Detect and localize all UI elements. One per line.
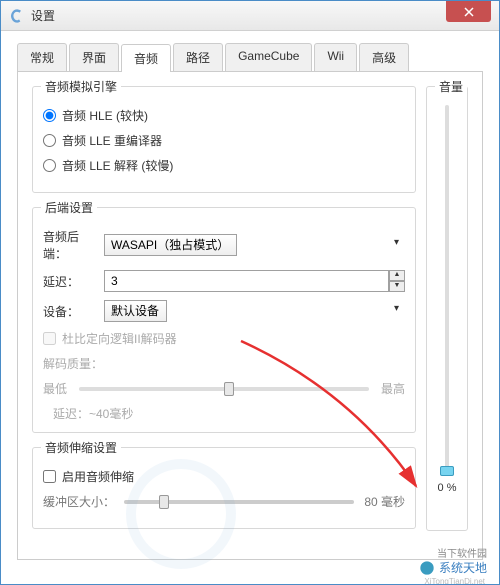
- group-audio-engine: 音频模拟引擎 音频 HLE (较快) 音频 LLE 重编译器 音频 LLE 解释…: [32, 86, 416, 193]
- buffer-thumb: [159, 495, 169, 509]
- radio-lle-recompiler[interactable]: 音频 LLE 重编译器: [43, 132, 405, 149]
- latency-note: 延迟：~40毫秒: [53, 405, 405, 422]
- latency-up[interactable]: ▲: [389, 270, 405, 281]
- watermark: 系统天地: [419, 559, 487, 576]
- group-title-backend: 后端设置: [41, 199, 97, 216]
- group-title-volume: 音量: [435, 78, 467, 95]
- input-latency[interactable]: [104, 270, 389, 292]
- buffer-value: 80 毫秒: [360, 493, 405, 510]
- close-button[interactable]: [446, 1, 491, 22]
- quality-thumb: [224, 382, 234, 396]
- window-title: 设置: [31, 7, 446, 24]
- radio-lle-interpreter-input[interactable]: [43, 159, 56, 172]
- tab-panel: 音频模拟引擎 音频 HLE (较快) 音频 LLE 重编译器 音频 LLE 解释…: [17, 72, 483, 560]
- radio-lle-recompiler-input[interactable]: [43, 134, 56, 147]
- tab-paths[interactable]: 路径: [173, 43, 223, 71]
- label-quality: 解码质量：: [43, 355, 405, 372]
- checkbox-dolby: 杜比定向逻辑II解码器: [43, 330, 405, 347]
- quality-low-label: 最低: [43, 380, 73, 397]
- checkbox-stretch-input[interactable]: [43, 470, 56, 483]
- content-area: 常规 界面 音频 路径 GameCube Wii 高级 音频模拟引擎 音频 HL…: [1, 31, 499, 572]
- tab-gamecube[interactable]: GameCube: [225, 43, 312, 71]
- titlebar: 设置: [1, 1, 499, 31]
- select-backend[interactable]: WASAPI（独占模式）: [104, 234, 237, 256]
- checkbox-stretch[interactable]: 启用音频伸缩: [43, 468, 405, 485]
- checkbox-dolby-input: [43, 332, 56, 345]
- quality-high-label: 最高: [375, 380, 405, 397]
- tab-bar: 常规 界面 音频 路径 GameCube Wii 高级: [17, 43, 483, 72]
- latency-down[interactable]: ▼: [389, 281, 405, 292]
- group-backend: 后端设置 音频后端： WASAPI（独占模式） 延迟：: [32, 207, 416, 433]
- radio-hle-input[interactable]: [43, 109, 56, 122]
- left-column: 音频模拟引擎 音频 HLE (较快) 音频 LLE 重编译器 音频 LLE 解释…: [32, 86, 416, 545]
- close-icon: [464, 7, 474, 17]
- volume-thumb[interactable]: [440, 466, 454, 476]
- app-icon: [9, 8, 25, 24]
- select-device[interactable]: 默认设备: [104, 300, 167, 322]
- label-device: 设备：: [43, 303, 98, 320]
- tab-general[interactable]: 常规: [17, 43, 67, 71]
- group-title-stretch: 音频伸缩设置: [41, 439, 121, 456]
- quality-slider: [79, 387, 369, 391]
- buffer-slider: [124, 500, 354, 504]
- right-column: 音量 0 %: [426, 86, 468, 545]
- label-backend: 音频后端：: [43, 228, 98, 262]
- tab-wii[interactable]: Wii: [314, 43, 357, 71]
- group-volume: 音量 0 %: [426, 86, 468, 531]
- group-stretch: 音频伸缩设置 启用音频伸缩 缓冲区大小： 80 毫秒: [32, 447, 416, 529]
- volume-value: 0 %: [438, 482, 457, 494]
- watermark-line1: 当下软件园: [437, 545, 487, 560]
- buffer-label: 缓冲区大小：: [43, 493, 118, 510]
- globe-icon: [419, 560, 435, 576]
- group-title-engine: 音频模拟引擎: [41, 78, 121, 95]
- volume-slider[interactable]: [445, 105, 449, 476]
- tab-advanced[interactable]: 高级: [359, 43, 409, 71]
- radio-hle[interactable]: 音频 HLE (较快): [43, 107, 405, 124]
- tab-interface[interactable]: 界面: [69, 43, 119, 71]
- radio-lle-interpreter[interactable]: 音频 LLE 解释 (较慢): [43, 157, 405, 174]
- tab-audio[interactable]: 音频: [121, 44, 171, 72]
- label-latency: 延迟：: [43, 273, 98, 290]
- settings-window: 设置 常规 界面 音频 路径 GameCube Wii 高级 音频模拟引擎 音频…: [0, 0, 500, 585]
- watermark-site: XiTongTianDi.net: [424, 577, 485, 585]
